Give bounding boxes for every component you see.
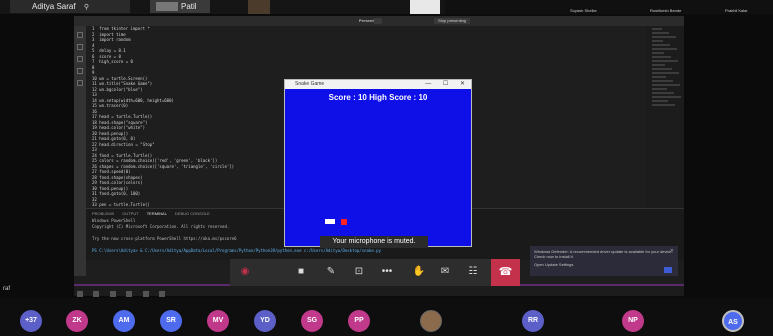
record-icon[interactable]: ◉ [236, 264, 254, 280]
microphone-muted-toast: Your microphone is muted. [320, 236, 428, 248]
windows-start-icon[interactable] [77, 291, 83, 297]
snake-head [325, 219, 335, 224]
top-participant-strip: Aditya Saraf ⚲ Patil Suyash Shelke Rushi… [0, 0, 773, 14]
minimap-line [652, 96, 681, 98]
game-window-title: Snake Game [295, 81, 325, 87]
minimap-line [652, 68, 672, 70]
participant-name: Rushikesh Bende [650, 8, 682, 13]
snake-game-window[interactable]: Snake Game — ☐ ✕ Score : 10 High Score :… [284, 79, 472, 247]
pin-icon: ⚲ [83, 4, 89, 11]
minimap-line [652, 92, 674, 94]
share-screen-icon[interactable]: ⊡ [350, 264, 368, 280]
search-icon[interactable] [77, 44, 83, 50]
participant-name: Patil [181, 2, 197, 11]
editor-minimap[interactable] [646, 26, 684, 208]
close-icon[interactable]: ✕ [670, 248, 674, 254]
game-title-bar: Snake Game — ☐ ✕ [285, 80, 471, 89]
snake-food [341, 219, 347, 225]
minimap-line [652, 80, 673, 82]
camera-icon[interactable]: ■ [292, 264, 310, 280]
window-button[interactable] [374, 18, 382, 24]
participant-avatar[interactable]: PP [348, 310, 370, 332]
debug-icon[interactable] [77, 68, 83, 74]
participant-avatar[interactable]: SR [160, 310, 182, 332]
windows-notification[interactable]: Windows Defender: A recommended driver u… [530, 246, 678, 276]
chat-icon[interactable]: ✉ [436, 264, 454, 280]
participant-avatar[interactable]: AS [722, 310, 744, 332]
participant-video-thumb[interactable] [410, 0, 440, 14]
minimap-line [652, 76, 666, 78]
extensions-icon[interactable] [77, 80, 83, 86]
participant-name: Aditya Saraf [32, 2, 76, 11]
source-control-icon[interactable] [77, 56, 83, 62]
participant-avatar[interactable]: RR [522, 310, 544, 332]
explorer-icon[interactable] [77, 32, 83, 38]
minimap-line [652, 36, 676, 38]
windows-taskbar [74, 286, 684, 297]
panel-tab[interactable]: PROBLEMS [92, 211, 114, 216]
minimap-line [652, 52, 664, 54]
participant-avatar[interactable]: NP [622, 310, 644, 332]
minimap-line [652, 40, 663, 42]
mic-muted-icon[interactable]: ✎ [322, 264, 340, 280]
raise-hand-icon[interactable]: ✋ [410, 264, 428, 280]
minimize-button[interactable]: — [425, 81, 431, 87]
participant-photo-avatar[interactable] [420, 310, 442, 332]
minimap-line [652, 44, 670, 46]
participant-avatar[interactable]: SG [301, 310, 323, 332]
minimap-line [652, 28, 662, 30]
participant-avatar[interactable]: AM [113, 310, 135, 332]
minimap-line [652, 72, 679, 74]
participant-avatar[interactable]: YD [254, 310, 276, 332]
taskbar-app-icon[interactable] [126, 291, 133, 297]
minimap-line [652, 100, 668, 102]
notification-text: Windows Defender: A recommended driver u… [534, 249, 673, 259]
stop-presenting-button[interactable]: Stop presenting [434, 18, 471, 24]
participant-name: Prakhil Kalar [725, 8, 748, 13]
teams-meeting-window: Aditya Saraf ⚲ Patil Suyash Shelke Rushi… [0, 0, 773, 336]
taskbar-app-icon[interactable] [142, 291, 149, 297]
participants-icon[interactable]: ☷ [464, 264, 482, 280]
score-text: Score : 10 High Score : 10 [328, 93, 428, 102]
vscode-title-bar: Presenting Stop presenting [74, 16, 684, 26]
meeting-controls: ◉ ■ ✎ ⊡ ••• ✋ ✉ ☷ ☎ [230, 259, 520, 286]
participants-row: +37 ZK AM SR MV YD SG PP RR NP AS [0, 298, 773, 336]
vscode-activity-bar [74, 26, 86, 276]
minimap-line [652, 56, 671, 58]
minimap-line [652, 64, 665, 66]
panel-tab[interactable]: OUTPUT [122, 211, 138, 216]
notification-action-button[interactable] [664, 267, 672, 273]
participant-avatar[interactable]: ZK [66, 310, 88, 332]
taskbar-app-icon[interactable] [109, 291, 116, 297]
participant-avatar[interactable]: MV [207, 310, 229, 332]
minimap-line [652, 32, 669, 34]
participant-video-strip[interactable]: Suyash Shelke Rushikesh Bende Prakhil Ka… [445, 0, 773, 14]
minimap-line [652, 84, 680, 86]
participant-avatar [156, 2, 178, 12]
taskbar-app-icon[interactable] [159, 291, 166, 297]
panel-tab[interactable]: DEBUG CONSOLE [175, 211, 210, 216]
minimap-line [652, 104, 675, 106]
participant-name: Suyash Shelke [570, 8, 597, 13]
minimap-line [652, 88, 667, 90]
panel-tab[interactable]: TERMINAL [147, 211, 167, 216]
minimap-line [652, 48, 677, 50]
participant-tile-patil[interactable]: Patil [150, 0, 210, 13]
minimap-line [652, 60, 678, 62]
participant-tile-aditya[interactable]: Aditya Saraf ⚲ [10, 0, 130, 13]
maximize-button[interactable]: ☐ [443, 81, 448, 87]
more-options-icon[interactable]: ••• [378, 264, 396, 280]
close-button[interactable]: ✕ [460, 81, 465, 87]
participant-avatar[interactable]: +37 [20, 310, 42, 332]
taskbar-app-icon[interactable] [93, 291, 100, 297]
notification-link[interactable]: Open Update Settings [534, 262, 674, 267]
participant-video-thumb[interactable] [248, 0, 270, 14]
end-call-button[interactable]: ☎ [491, 259, 520, 286]
presenter-name-fragment: raf [3, 286, 11, 292]
